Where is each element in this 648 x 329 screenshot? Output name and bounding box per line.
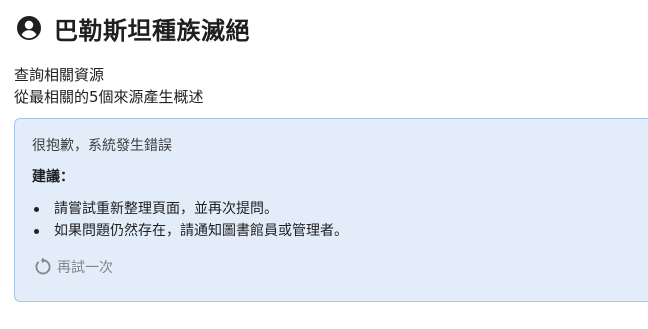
refresh-icon xyxy=(32,257,52,277)
page-header: 巴勒斯坦種族滅絕 xyxy=(16,12,250,45)
overview-description: 查詢相關資源 從最相關的5個來源產生概述 xyxy=(14,64,204,108)
list-item: 如果問題仍然存在，請通知圖書館員或管理者。 xyxy=(32,220,348,242)
bullet-icon xyxy=(34,207,39,212)
error-card: 很抱歉，系統發生錯誤 建議： 請嘗試重新整理頁面，並再次提問。 如果問題仍然存在… xyxy=(14,118,648,302)
error-message: 很抱歉，系統發生錯誤 xyxy=(32,138,172,154)
suggestion-list: 請嘗試重新整理頁面，並再次提問。 如果問題仍然存在，請通知圖書館員或管理者。 xyxy=(32,198,348,242)
suggestion-label: 建議： xyxy=(32,169,74,185)
suggestion-text: 如果問題仍然存在，請通知圖書館員或管理者。 xyxy=(54,223,348,239)
retry-label: 再試一次 xyxy=(57,260,113,276)
overview-source-text: 從最相關的5個來源產生概述 xyxy=(14,88,204,106)
bullet-icon xyxy=(34,229,39,234)
list-item: 請嘗試重新整理頁面，並再次提問。 xyxy=(32,198,348,220)
retry-button[interactable]: 再試一次 xyxy=(32,255,113,279)
account-circle-icon xyxy=(16,15,42,41)
page-title: 巴勒斯坦種族滅絕 xyxy=(54,16,250,45)
query-resources-text: 查詢相關資源 xyxy=(14,66,105,84)
suggestion-text: 請嘗試重新整理頁面，並再次提問。 xyxy=(54,201,278,217)
